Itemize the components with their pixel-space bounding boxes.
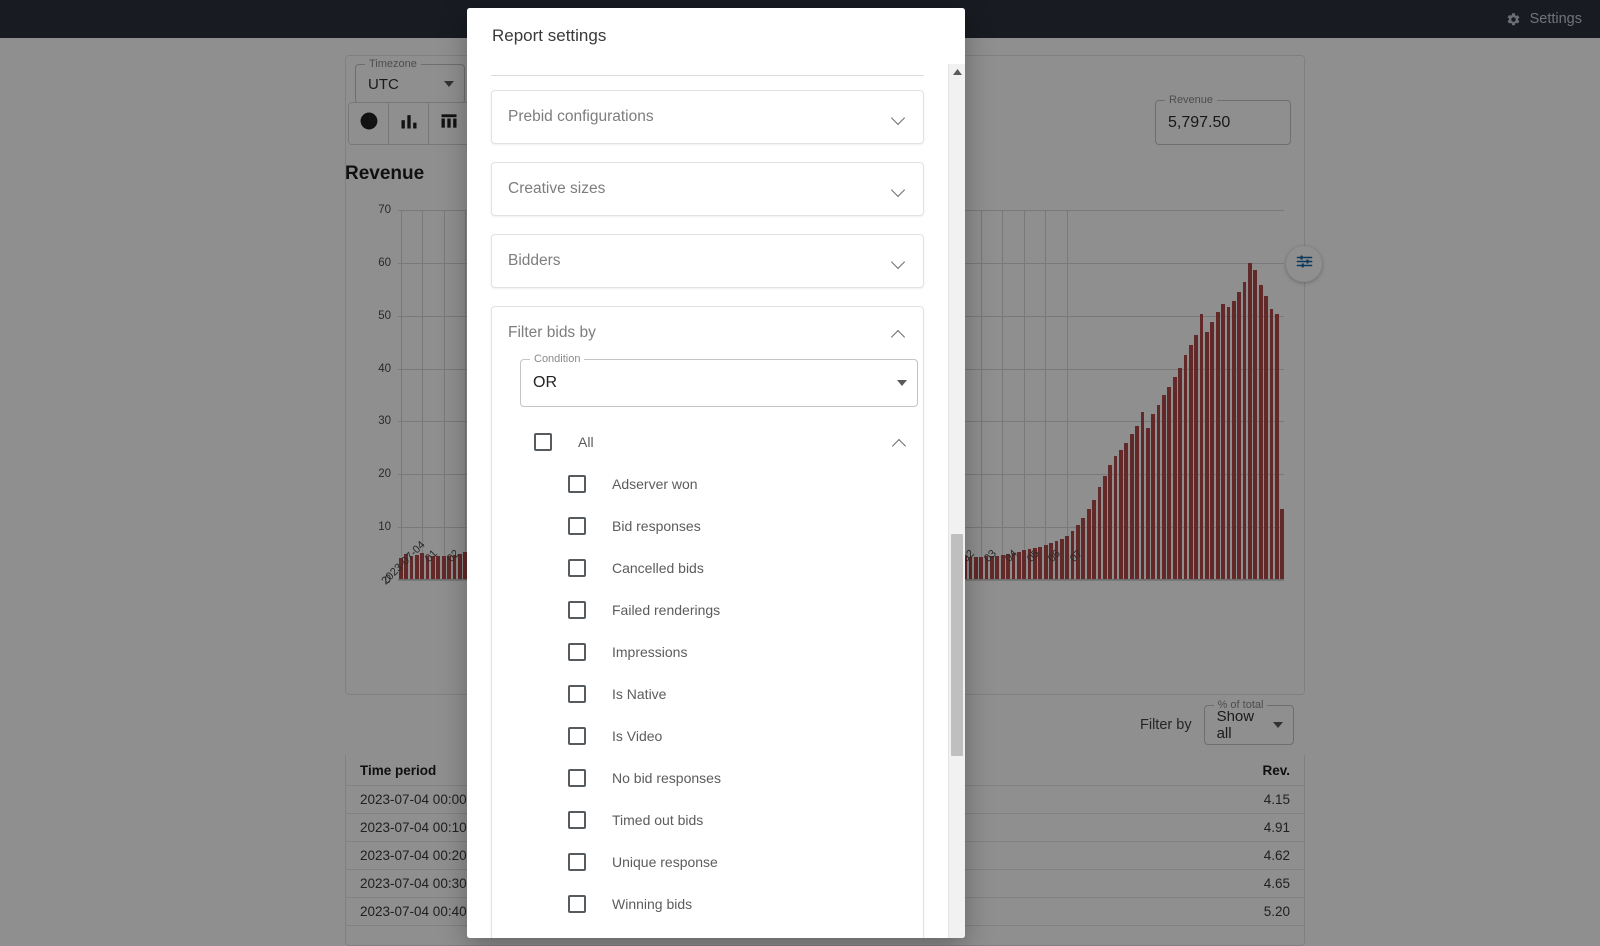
checkbox-row[interactable]: Unique response (508, 841, 907, 883)
checkbox-input[interactable] (568, 811, 586, 829)
checkbox-input[interactable] (568, 685, 586, 703)
accordion-filter-bids-by-label: Filter bids by (508, 324, 596, 341)
checkbox-input[interactable] (568, 853, 586, 871)
checkbox-input[interactable] (568, 769, 586, 787)
checkbox-row[interactable]: No bid responses (508, 757, 907, 799)
chevron-up-icon (892, 329, 906, 338)
checkbox-label: No bid responses (612, 770, 721, 786)
accordion-creative-sizes-header[interactable]: Creative sizes (492, 163, 923, 215)
checkbox-input[interactable] (568, 895, 586, 913)
accordion-filter-bids-by: Filter bids by Condition OR All Adserver… (491, 306, 924, 938)
checkbox-input[interactable] (568, 559, 586, 577)
accordion-prebid-configurations[interactable]: Prebid configurations (491, 90, 924, 144)
checkbox-label: Timed out bids (612, 812, 704, 828)
checkbox-row[interactable]: Adserver won (508, 463, 907, 505)
chevron-down-icon (892, 185, 906, 194)
condition-select[interactable]: Condition OR (520, 353, 918, 407)
dialog-scrollbar[interactable] (948, 64, 965, 938)
checkbox-row[interactable]: Is Video (508, 715, 907, 757)
dialog-title: Report settings (467, 8, 965, 64)
dialog-scroll-content: Prebid configurations Creative sizes Bid… (467, 64, 948, 938)
partial-section-above (491, 64, 924, 76)
chevron-down-icon (897, 380, 907, 386)
checkbox-row[interactable]: Cancelled bids (508, 547, 907, 589)
accordion-filter-bids-by-header[interactable]: Filter bids by (492, 307, 923, 359)
checkbox-label: Bid responses (612, 518, 701, 534)
checkbox-label: Impressions (612, 644, 688, 660)
checkbox-input[interactable] (568, 517, 586, 535)
accordion-bidders[interactable]: Bidders (491, 234, 924, 288)
condition-value: OR (533, 374, 557, 391)
checkbox-row[interactable]: Bid responses (508, 505, 907, 547)
condition-legend: Condition (530, 353, 585, 365)
filter-options-list: Adserver won Bid responses Cancelled bids F… (508, 463, 907, 925)
checkbox-input[interactable] (568, 601, 586, 619)
accordion-creative-sizes[interactable]: Creative sizes (491, 162, 924, 216)
chevron-down-icon (892, 257, 906, 266)
dialog-body: Prebid configurations Creative sizes Bid… (467, 64, 965, 938)
report-settings-dialog: Report settings Prebid configurations Cr… (467, 8, 965, 938)
checkbox-label: Failed renderings (612, 602, 721, 618)
checkbox-row[interactable]: Winning bids (508, 883, 907, 925)
checkbox-all-label: All (578, 434, 594, 450)
chevron-up-icon[interactable] (893, 438, 907, 447)
accordion-prebid-configurations-header[interactable]: Prebid configurations (492, 91, 923, 143)
checkbox-label: Adserver won (612, 476, 698, 492)
checkbox-input[interactable] (568, 643, 586, 661)
checkbox-label: Cancelled bids (612, 560, 704, 576)
checkbox-row[interactable]: Is Native (508, 673, 907, 715)
checkbox-row-all[interactable]: All (508, 421, 907, 463)
scroll-up-arrow-icon[interactable] (949, 64, 965, 81)
checkbox-all[interactable] (534, 433, 552, 451)
accordion-bidders-label: Bidders (508, 252, 561, 269)
accordion-prebid-configurations-label: Prebid configurations (508, 108, 654, 125)
checkbox-label: Unique response (612, 854, 718, 870)
filter-bids-by-body: Condition OR All Adserver won Bid respons… (492, 353, 923, 938)
checkbox-input[interactable] (568, 727, 586, 745)
accordion-creative-sizes-label: Creative sizes (508, 180, 606, 197)
checkbox-row[interactable]: Timed out bids (508, 799, 907, 841)
checkbox-input[interactable] (568, 475, 586, 493)
dialog-scrollbar-thumb[interactable] (951, 534, 963, 756)
chevron-down-icon (892, 113, 906, 122)
checkbox-row[interactable]: Failed renderings (508, 589, 907, 631)
checkbox-label: Winning bids (612, 896, 693, 912)
checkbox-row[interactable]: Impressions (508, 631, 907, 673)
accordion-bidders-header[interactable]: Bidders (492, 235, 923, 287)
checkbox-label: Is Native (612, 686, 667, 702)
checkbox-label: Is Video (612, 728, 663, 744)
